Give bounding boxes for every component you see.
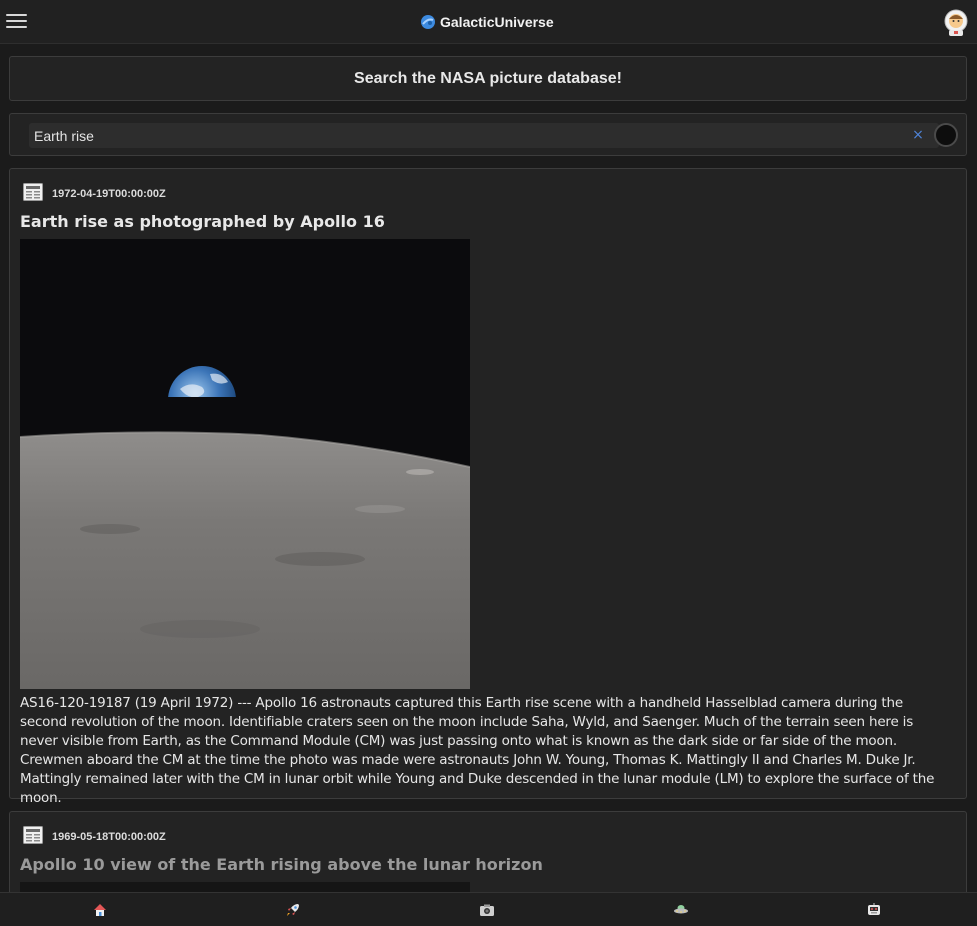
search-heading: Search the NASA picture database!: [354, 69, 622, 87]
camera-icon[interactable]: [479, 902, 495, 918]
search-go-circle-icon[interactable]: [934, 123, 958, 147]
top-bar: GalacticUniverse: [0, 0, 977, 44]
robot-icon[interactable]: [866, 902, 882, 918]
clear-search-icon[interactable]: ×: [911, 127, 925, 143]
home-icon[interactable]: [92, 902, 108, 918]
result-title[interactable]: Earth rise as photographed by Apollo 16: [20, 212, 385, 231]
result-date: 1969-05-18T00:00:00Z: [52, 831, 166, 843]
brand[interactable]: GalacticUniverse: [420, 12, 554, 32]
astronaut-avatar-icon[interactable]: [943, 9, 969, 36]
search-heading-panel: Search the NASA picture database!: [9, 56, 967, 101]
hamburger-menu-icon[interactable]: [6, 12, 28, 30]
newspaper-icon: [23, 826, 43, 844]
search-bar: ×: [9, 113, 967, 156]
ufo-icon[interactable]: [673, 902, 689, 918]
newspaper-icon: [23, 183, 43, 201]
earth-rise-photo[interactable]: [20, 239, 470, 689]
result-date: 1972-04-19T00:00:00Z: [52, 188, 166, 200]
bottom-nav: [0, 892, 977, 926]
brand-name: GalacticUniverse: [440, 14, 554, 30]
result-title[interactable]: Apollo 10 view of the Earth rising above…: [20, 855, 543, 874]
rocket-icon[interactable]: [285, 902, 301, 918]
result-card[interactable]: 1972-04-19T00:00:00Z Earth rise as photo…: [9, 168, 967, 806]
planet-logo-icon: [421, 15, 435, 29]
result-description: AS16-120-19187 (19 April 1972) --- Apoll…: [20, 695, 935, 806]
search-input[interactable]: [29, 123, 939, 148]
